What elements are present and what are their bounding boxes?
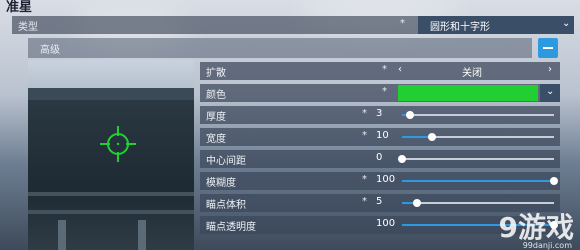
setting-color-row[interactable]: 颜色 * ⌄ — [200, 84, 560, 102]
color-dropdown-button[interactable]: ⌄ — [540, 84, 560, 102]
crosshair-preview — [28, 60, 194, 250]
type-label: 类型 — [18, 22, 38, 33]
slider-thumb[interactable] — [413, 199, 422, 207]
dot-size-value: 5 — [376, 196, 383, 207]
chevron-right-icon[interactable]: › — [548, 64, 552, 75]
chevron-down-icon: ⌄ — [562, 18, 571, 29]
center-gap-slider[interactable] — [398, 155, 554, 163]
color-label: 颜色 — [206, 90, 226, 101]
color-star: * — [382, 86, 387, 97]
advanced-label: 高级 — [40, 45, 60, 56]
watermark-logo: 9游戏 — [498, 211, 574, 244]
slider-fill — [402, 180, 554, 182]
watermark-url: 99danji.com — [522, 241, 572, 250]
width-star: * — [362, 130, 367, 141]
width-value: 10 — [376, 130, 389, 141]
type-star: * — [400, 18, 405, 29]
type-select[interactable]: 圆形和十字形 ⌄ — [418, 16, 574, 34]
center-gap-label: 中心间距 — [206, 156, 246, 167]
color-swatch[interactable] — [398, 85, 538, 101]
dot-size-star: * — [362, 196, 367, 207]
setting-center-gap-row[interactable]: 中心间距 0 — [200, 150, 560, 168]
slider-thumb[interactable] — [405, 111, 414, 119]
setting-thickness-row[interactable]: 厚度 * 3 — [200, 106, 560, 124]
collapse-advanced-button[interactable] — [538, 38, 558, 58]
advanced-section-header[interactable]: 高级 — [28, 38, 532, 58]
blur-value: 100 — [376, 174, 396, 185]
dot-size-label: 瞄点体积 — [206, 200, 246, 211]
center-gap-value: 0 — [376, 152, 383, 163]
slider-thumb[interactable] — [428, 133, 437, 141]
setting-width-row[interactable]: 宽度 * 10 — [200, 128, 560, 146]
width-slider[interactable] — [402, 133, 554, 141]
slider-thumb[interactable] — [550, 177, 558, 185]
thickness-star: * — [362, 108, 367, 119]
setting-blur-row[interactable]: 模糊度 * 100 — [200, 172, 560, 190]
blur-slider[interactable] — [402, 177, 558, 185]
minus-icon — [543, 47, 553, 49]
dot-opacity-label: 瞄点透明度 — [206, 222, 256, 233]
expand-value: 关闭 — [462, 68, 482, 79]
width-label: 宽度 — [206, 134, 226, 145]
setting-expand-row[interactable]: 扩散 * ‹ 关闭 › — [200, 62, 560, 80]
dot-size-slider[interactable] — [402, 199, 554, 207]
thickness-label: 厚度 — [206, 112, 226, 123]
blur-label: 模糊度 — [206, 178, 236, 189]
expand-label: 扩散 — [206, 68, 226, 79]
expand-star: * — [382, 64, 387, 75]
slider-thumb[interactable] — [398, 155, 406, 163]
type-select-value: 圆形和十字形 — [430, 22, 490, 33]
thickness-value: 3 — [376, 108, 383, 119]
thickness-slider[interactable] — [402, 111, 554, 119]
crosshair-icon — [100, 126, 136, 162]
chevron-left-icon[interactable]: ‹ — [398, 64, 402, 75]
dot-opacity-value: 100 — [376, 218, 396, 229]
chevron-down-icon: ⌄ — [546, 86, 555, 97]
crosshair-type-row[interactable]: 类型 * 圆形和十字形 ⌄ — [12, 16, 574, 34]
page-title: 准星 — [6, 0, 33, 15]
blur-star: * — [362, 174, 367, 185]
